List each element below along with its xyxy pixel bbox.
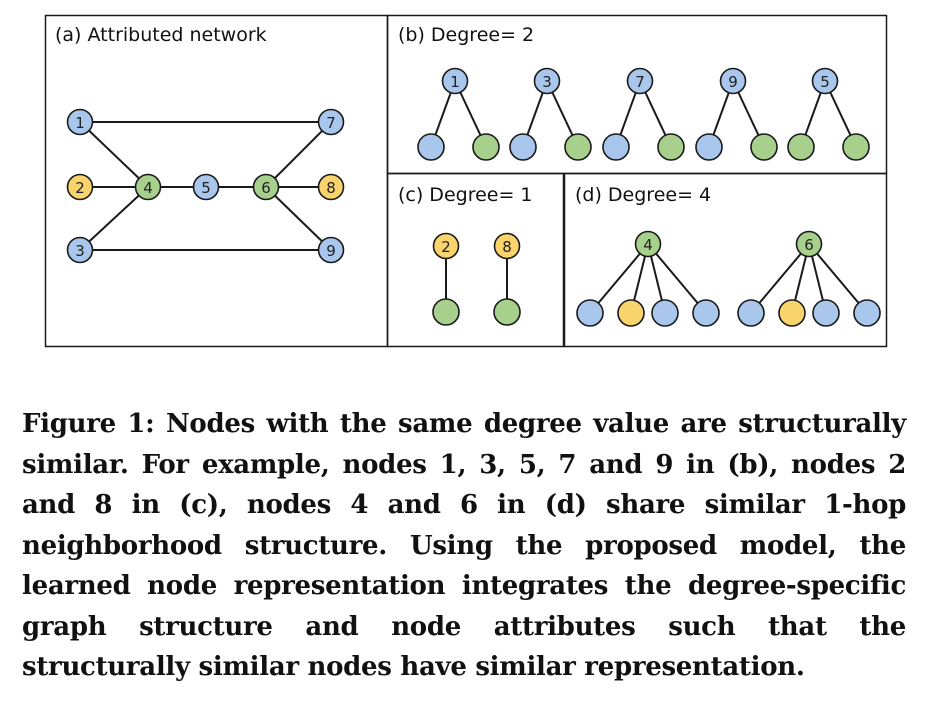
figure-graphic: (a) Attributed network (b) Degree= 2 (c)… [44,14,888,348]
degree4-leaf-4-1 [617,299,645,327]
degree4-leaf-6-0 [737,299,765,327]
node-8-label: 8 [326,179,336,197]
figure-caption: Figure 1: Nodes with the same degree val… [22,409,906,682]
edge-n6-n9 [265,186,332,251]
degree4-leaf-6-1 [778,299,806,327]
degree2-leaf-3-1 [564,133,592,161]
degree1-leaf-8 [493,298,521,326]
panel-d-title: (d) Degree= 4 [575,184,711,206]
degree2-leaf-9-0 [695,133,723,161]
node-9-label: 9 [326,242,336,260]
degree2-leaf-1-0 [417,133,445,161]
degree4-root-6-label: 6 [804,236,814,254]
degree2-leaf-7-0 [602,133,630,161]
degree2-root-1-label: 1 [450,73,460,91]
degree2-root-9-label: 9 [728,73,738,91]
degree2-leaf-3-0 [509,133,537,161]
degree2-leaf-9-1 [750,133,778,161]
panel-a-title: (a) Attributed network [55,24,267,46]
edge-n1-n4 [79,121,149,188]
degree4-leaf-4-0 [576,299,604,327]
degree4-root-4-label: 4 [643,236,653,254]
degree2-leaf-5-1 [842,133,870,161]
degree2-root-3-label: 3 [542,73,552,91]
edge-n6-n7 [265,121,332,188]
degree1-root-8-label: 8 [502,238,512,256]
node-7-label: 7 [326,114,336,132]
degree4-leaf-4-2 [651,299,679,327]
degree4-leaf-6-3 [853,299,881,327]
degree2-root-5-label: 5 [820,73,830,91]
degree2-leaf-1-1 [472,133,500,161]
degree2-leaf-5-0 [787,133,815,161]
node-6-label: 6 [261,179,271,197]
degree2-leaf-7-1 [657,133,685,161]
degree4-leaf-4-3 [692,299,720,327]
panel-b-title: (b) Degree= 2 [398,24,534,46]
node-1-label: 1 [75,114,85,132]
panel-c-title: (c) Degree= 1 [398,184,533,206]
node-4-label: 4 [143,179,153,197]
node-5-label: 5 [201,179,211,197]
node-3-label: 3 [75,242,85,260]
degree1-leaf-2 [432,298,460,326]
node-2-label: 2 [75,179,85,197]
degree4-leaf-6-2 [812,299,840,327]
degree1-root-2-label: 2 [441,238,451,256]
degree2-root-7-label: 7 [635,73,645,91]
edge-n3-n4 [79,186,149,251]
